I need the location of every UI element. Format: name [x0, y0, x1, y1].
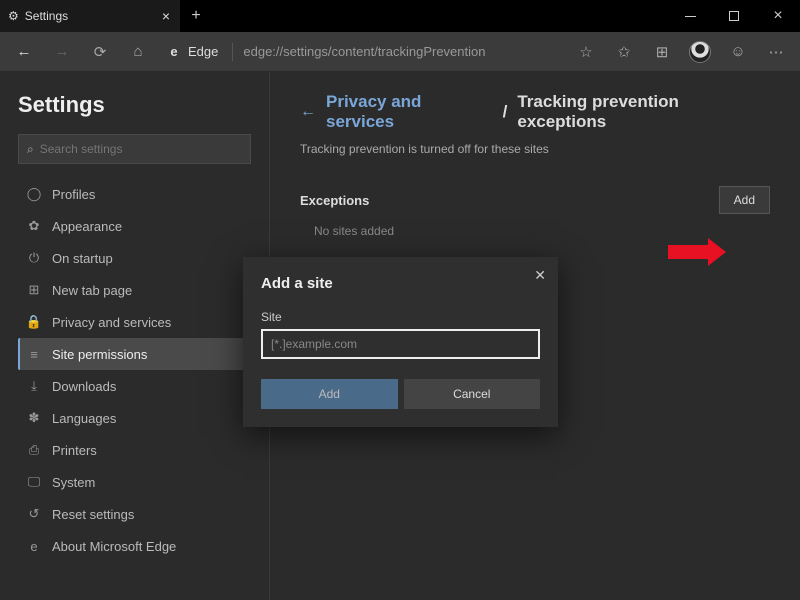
- about-icon: e: [26, 539, 42, 554]
- reset-icon: ↺: [26, 506, 42, 522]
- sidebar-item-label: System: [52, 475, 95, 490]
- sidebar-item-label: Privacy and services: [52, 315, 171, 330]
- breadcrumb-parent[interactable]: Privacy and services: [326, 92, 493, 132]
- close-window-button[interactable]: ×: [756, 0, 800, 32]
- newtab-icon: ⊞: [26, 282, 42, 298]
- separator: [232, 43, 233, 61]
- menu-button[interactable]: ⋯: [760, 36, 792, 68]
- back-button[interactable]: ←: [8, 36, 40, 68]
- sidebar-item-label: Profiles: [52, 187, 95, 202]
- forward-button[interactable]: →: [46, 36, 78, 68]
- sidebar-title: Settings: [18, 92, 251, 118]
- annotation-arrow: [668, 245, 708, 259]
- sidebar-item-profiles[interactable]: ◯ Profiles: [18, 178, 251, 210]
- sidebar-item-downloads[interactable]: ⤓ Downloads: [18, 370, 251, 402]
- gear-icon: ⚙: [8, 9, 19, 23]
- url-text: edge://settings/content/trackingPreventi…: [243, 44, 485, 59]
- maximize-button[interactable]: [712, 0, 756, 32]
- dialog-add-button[interactable]: Add: [261, 379, 398, 409]
- sidebar-nav: ◯ Profiles ✿ Appearance ⏻ On startup ⊞ New tab …: [18, 178, 251, 562]
- window-titlebar: ⚙ Settings × + ×: [0, 0, 800, 32]
- system-icon: 🖵: [26, 474, 42, 490]
- add-exception-button[interactable]: Add: [719, 186, 770, 214]
- minimize-button[interactable]: [668, 0, 712, 32]
- sidebar-item-label: Appearance: [52, 219, 122, 234]
- search-icon: ⌕: [27, 142, 34, 157]
- sidebar-item-label: Reset settings: [52, 507, 134, 522]
- appearance-icon: ✿: [26, 218, 42, 234]
- empty-state: No sites added: [314, 224, 770, 238]
- close-dialog-icon[interactable]: ✕: [534, 267, 546, 284]
- sidebar-item-site-permissions[interactable]: ≡ Site permissions: [18, 338, 251, 370]
- dialog-title: Add a site: [261, 275, 540, 292]
- printers-icon: ⎙: [26, 442, 42, 458]
- browser-tab[interactable]: ⚙ Settings ×: [0, 0, 180, 32]
- sidebar-item-label: About Microsoft Edge: [52, 539, 176, 554]
- profiles-icon: ◯: [26, 186, 42, 202]
- sidebar-item-label: New tab page: [52, 283, 132, 298]
- back-arrow-icon[interactable]: ←: [300, 103, 316, 121]
- home-button[interactable]: ⌂: [122, 36, 154, 68]
- site-field-label: Site: [261, 310, 540, 324]
- feedback-button[interactable]: ☺: [722, 36, 754, 68]
- sidebar-item-appearance[interactable]: ✿ Appearance: [18, 210, 251, 242]
- search-input[interactable]: [40, 142, 242, 156]
- page-description: Tracking prevention is turned off for th…: [300, 142, 770, 156]
- breadcrumb-current: Tracking prevention exceptions: [517, 92, 770, 132]
- sidebar-item-label: On startup: [52, 251, 113, 266]
- sidebar-item-languages[interactable]: ✽ Languages: [18, 402, 251, 434]
- close-tab-icon[interactable]: ×: [162, 8, 170, 24]
- settings-sidebar: Settings ⌕ ◯ Profiles ✿ Appearance ⏻ On start…: [0, 72, 270, 600]
- tab-title: Settings: [25, 9, 68, 23]
- sidebar-item-privacy-and-services[interactable]: 🔒 Privacy and services: [18, 306, 251, 338]
- address-bar[interactable]: e Edge edge://settings/content/trackingP…: [160, 38, 564, 66]
- sidebar-item-label: Languages: [52, 411, 116, 426]
- breadcrumb-separator: /: [503, 102, 508, 122]
- sidebar-item-label: Site permissions: [52, 347, 147, 362]
- dialog-cancel-button[interactable]: Cancel: [404, 379, 541, 409]
- sidebar-item-new-tab-page[interactable]: ⊞ New tab page: [18, 274, 251, 306]
- sidebar-item-printers[interactable]: ⎙ Printers: [18, 434, 251, 466]
- add-site-dialog: Add a site ✕ Site Add Cancel: [243, 257, 558, 427]
- sidebar-item-label: Printers: [52, 443, 97, 458]
- site-input[interactable]: [261, 329, 540, 359]
- edge-icon: e: [166, 44, 182, 60]
- sidebar-item-system[interactable]: 🖵 System: [18, 466, 251, 498]
- permissions-icon: ≡: [26, 347, 42, 362]
- exceptions-heading: Exceptions: [300, 193, 369, 208]
- startup-icon: ⏻: [26, 250, 42, 266]
- breadcrumb: ← Privacy and services / Tracking preven…: [300, 92, 770, 132]
- browser-toolbar: ← → ⟳ ⌂ e Edge edge://settings/content/t…: [0, 32, 800, 72]
- favorite-icon[interactable]: ☆: [570, 36, 602, 68]
- avatar-icon: [689, 41, 711, 63]
- collections-button[interactable]: ⊞: [646, 36, 678, 68]
- downloads-icon: ⤓: [26, 378, 42, 394]
- languages-icon: ✽: [26, 410, 42, 426]
- sidebar-item-label: Downloads: [52, 379, 116, 394]
- privacy-icon: 🔒: [26, 314, 42, 330]
- search-box[interactable]: ⌕: [18, 134, 251, 164]
- sidebar-item-on-startup[interactable]: ⏻ On startup: [18, 242, 251, 274]
- new-tab-button[interactable]: +: [180, 0, 212, 32]
- profile-button[interactable]: [684, 36, 716, 68]
- refresh-button[interactable]: ⟳: [84, 36, 116, 68]
- sidebar-item-about-microsoft-edge[interactable]: e About Microsoft Edge: [18, 530, 251, 562]
- sidebar-item-reset-settings[interactable]: ↺ Reset settings: [18, 498, 251, 530]
- url-prefix: Edge: [188, 44, 218, 59]
- favorites-button[interactable]: ✩: [608, 36, 640, 68]
